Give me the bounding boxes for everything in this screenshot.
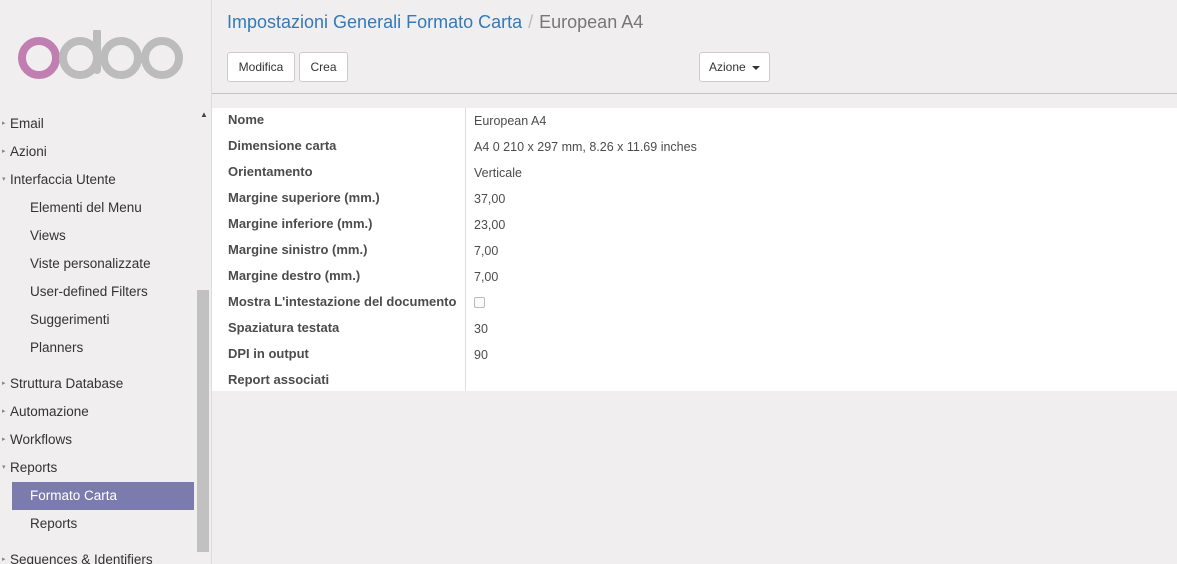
sidebar-item-reports-sub[interactable]: Reports bbox=[0, 510, 196, 538]
sidebar-item-label: Azioni bbox=[10, 144, 47, 159]
field-row-mostra-intestazione: Mostra L'intestazione del documento bbox=[212, 290, 1177, 316]
sidebar-item-workflows[interactable]: ▸ Workflows bbox=[0, 426, 196, 454]
sidebar-item-label: Formato Carta bbox=[30, 488, 118, 503]
sidebar-item-label: Reports bbox=[10, 460, 58, 475]
odoo-logo[interactable] bbox=[17, 30, 187, 86]
sidebar-item-suggerimenti[interactable]: Suggerimenti bbox=[0, 306, 196, 334]
field-label: Margine superiore (mm.) bbox=[228, 190, 380, 205]
sidebar-item-views[interactable]: Views bbox=[0, 222, 196, 250]
sidebar-item-elementi-menu[interactable]: Elementi del Menu bbox=[0, 194, 196, 222]
field-value-orientamento: Verticale bbox=[474, 166, 522, 180]
sidebar-item-label: Automazione bbox=[10, 404, 89, 419]
control-panel: Impostazioni Generali Formato Carta / Euro… bbox=[212, 0, 1177, 94]
menu-gap bbox=[0, 362, 196, 370]
field-label: Margine sinistro (mm.) bbox=[228, 242, 368, 257]
collapse-caret-icon: ▸ bbox=[2, 436, 6, 443]
create-button[interactable]: Crea bbox=[299, 52, 348, 82]
mostra-intestazione-checkbox[interactable] bbox=[474, 297, 485, 308]
field-value-dimensione-carta: A4 0 210 x 297 mm, 8.26 x 11.69 inches bbox=[474, 140, 697, 154]
caret-down-icon bbox=[752, 65, 761, 70]
sidebar-item-reports[interactable]: ▾ Reports bbox=[0, 454, 196, 482]
field-label: Margine destro (mm.) bbox=[228, 268, 361, 283]
sidebar-item-label: User-defined Filters bbox=[30, 284, 148, 299]
sidebar-item-user-filters[interactable]: User-defined Filters bbox=[0, 278, 196, 306]
field-value-margine-destro: 7,00 bbox=[474, 270, 499, 284]
sidebar-item-label: Sequences & Identifiers bbox=[10, 552, 153, 564]
collapse-caret-icon: ▸ bbox=[2, 556, 6, 563]
expand-caret-icon: ▾ bbox=[2, 176, 6, 183]
sidebar-item-viste-personalizzate[interactable]: Viste personalizzate bbox=[0, 250, 196, 278]
collapse-caret-icon: ▸ bbox=[2, 380, 6, 387]
form-sheet: Nome European A4 Dimensione carta A4 0 2… bbox=[212, 108, 1177, 391]
breadcrumb-separator: / bbox=[528, 12, 534, 32]
field-value-spaziatura-testata: 30 bbox=[474, 322, 488, 336]
scroll-up-arrow-icon[interactable]: ▲ bbox=[200, 110, 208, 119]
edit-button[interactable]: Modifica bbox=[227, 52, 295, 82]
field-row-spaziatura-testata: Spaziatura testata 30 bbox=[212, 316, 1177, 342]
sidebar-item-sequences[interactable]: ▸ Sequences & Identifiers bbox=[0, 546, 196, 564]
sidebar-item-label: Suggerimenti bbox=[30, 312, 110, 327]
sidebar-item-label: Email bbox=[10, 116, 44, 131]
sidebar-item-label: Reports bbox=[30, 516, 78, 531]
action-label: Azione bbox=[708, 60, 746, 74]
field-row-nome: Nome European A4 bbox=[212, 108, 1177, 134]
sidebar-item-struttura-database[interactable]: ▸ Struttura Database bbox=[0, 370, 196, 398]
sidebar-item-label: Struttura Database bbox=[10, 376, 124, 391]
sidebar: ▸ Email ▸ Azioni ▾ Interfaccia Utente Eleme… bbox=[0, 0, 212, 564]
field-row-margine-destro: Margine destro (mm.) 7,00 bbox=[212, 264, 1177, 290]
field-label: Spaziatura testata bbox=[228, 320, 340, 335]
sidebar-item-automazione[interactable]: ▸ Automazione bbox=[0, 398, 196, 426]
breadcrumb-parent-link[interactable]: Impostazioni Generali Formato Carta bbox=[227, 12, 522, 32]
collapse-caret-icon: ▸ bbox=[2, 148, 6, 155]
expand-caret-icon: ▾ bbox=[2, 464, 6, 471]
sidebar-item-formato-carta[interactable]: Formato Carta bbox=[12, 482, 194, 510]
action-dropdown-button[interactable]: Azione bbox=[699, 52, 770, 82]
field-row-margine-sinistro: Margine sinistro (mm.) 7,00 bbox=[212, 238, 1177, 264]
field-value-dpi-output: 90 bbox=[474, 348, 488, 362]
field-label: Report associati bbox=[228, 372, 330, 387]
field-row-report-associati: Report associati bbox=[212, 368, 1177, 394]
field-value-margine-superiore: 37,00 bbox=[474, 192, 506, 206]
sidebar-item-label: Interfaccia Utente bbox=[10, 172, 116, 187]
sidebar-item-azioni[interactable]: ▸ Azioni bbox=[0, 138, 196, 166]
sidebar-item-label: Views bbox=[30, 228, 66, 243]
collapse-caret-icon: ▸ bbox=[2, 120, 6, 127]
field-label: Nome bbox=[228, 112, 265, 127]
field-value-margine-inferiore: 23,00 bbox=[474, 218, 506, 232]
field-value-nome: European A4 bbox=[474, 114, 547, 128]
field-row-margine-inferiore: Margine inferiore (mm.) 23,00 bbox=[212, 212, 1177, 238]
field-label: Margine inferiore (mm.) bbox=[228, 216, 373, 231]
breadcrumb-current: European A4 bbox=[539, 12, 644, 32]
field-label: Dimensione carta bbox=[228, 138, 337, 153]
menu-gap bbox=[0, 538, 196, 546]
sidebar-item-label: Planners bbox=[30, 340, 84, 355]
sidebar-item-email[interactable]: ▸ Email bbox=[0, 110, 196, 138]
sidebar-item-label: Elementi del Menu bbox=[30, 200, 142, 215]
collapse-caret-icon: ▸ bbox=[2, 408, 6, 415]
field-row-dimensione-carta: Dimensione carta A4 0 210 x 297 mm, 8.26… bbox=[212, 134, 1177, 160]
field-row-orientamento: Orientamento Verticale bbox=[212, 160, 1177, 186]
field-value-margine-sinistro: 7,00 bbox=[474, 244, 499, 258]
sidebar-scrollbar-thumb[interactable] bbox=[197, 290, 209, 552]
field-label: DPI in output bbox=[228, 346, 309, 361]
field-label: Mostra L'intestazione del documento bbox=[228, 294, 457, 309]
field-row-dpi-output: DPI in output 90 bbox=[212, 342, 1177, 368]
sidebar-item-interfaccia-utente[interactable]: ▾ Interfaccia Utente bbox=[0, 166, 196, 194]
field-label: Orientamento bbox=[228, 164, 313, 179]
sidebar-item-planners[interactable]: Planners bbox=[0, 334, 196, 362]
sidebar-item-label: Workflows bbox=[10, 432, 73, 447]
breadcrumb: Impostazioni Generali Formato Carta / Euro… bbox=[227, 12, 643, 33]
sidebar-menu: ▸ Email ▸ Azioni ▾ Interfaccia Utente Eleme… bbox=[0, 110, 196, 564]
field-row-margine-superiore: Margine superiore (mm.) 37,00 bbox=[212, 186, 1177, 212]
sidebar-item-label: Viste personalizzate bbox=[30, 256, 151, 271]
